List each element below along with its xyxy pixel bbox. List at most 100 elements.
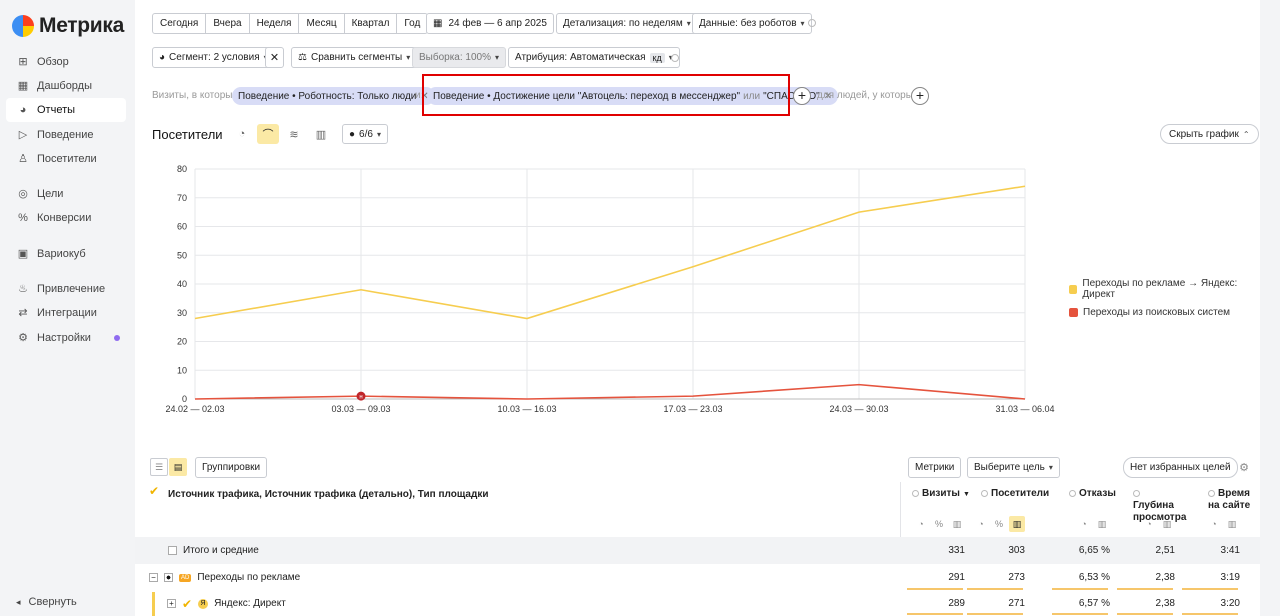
dimension-header: Источник трафика, Источник трафика (дета… bbox=[168, 489, 489, 500]
percent-icon[interactable]: % bbox=[991, 516, 1007, 532]
table-row[interactable]: − AD Переходы по рекламе 291 273 6,53 % 2,38 3:… bbox=[135, 564, 1260, 591]
metric-cell: 331 bbox=[948, 545, 965, 556]
legend-item[interactable]: Переходы из поисковых систем bbox=[1069, 307, 1260, 318]
radio-icon[interactable] bbox=[912, 490, 919, 497]
report-table: ☰ ▤ Группировки Метрики Выберите цель ▾ Н… bbox=[135, 452, 1260, 616]
page-scrollbar[interactable] bbox=[1260, 0, 1280, 616]
checkbox-partial-icon[interactable] bbox=[164, 573, 173, 582]
row-label: Яндекс: Директ bbox=[214, 598, 286, 609]
y-tick-label: 10 bbox=[177, 365, 187, 375]
sidebar-item-7[interactable]: ▣ Вариокуб bbox=[6, 242, 126, 266]
favorite-goals-button[interactable]: Нет избранных целей bbox=[1123, 457, 1238, 478]
play-icon: ▷ bbox=[18, 129, 28, 141]
legend-item[interactable]: Переходы по рекламе → Яндекс: Директ bbox=[1069, 278, 1260, 300]
y-tick-label: 30 bbox=[177, 308, 187, 318]
checkbox[interactable] bbox=[168, 546, 177, 555]
reports-icon: ◕ bbox=[19, 104, 27, 116]
bar-icon[interactable]: ▥ bbox=[1009, 516, 1025, 532]
percent-icon[interactable]: % bbox=[931, 516, 947, 532]
column-header-4[interactable]: Время на сайте bbox=[1208, 488, 1256, 513]
column-header-label: Визиты bbox=[922, 488, 960, 499]
report-main: Сегодня Вчера Неделя Месяц Квартал Год ▦ 24 ф… bbox=[135, 0, 1260, 452]
table-row[interactable]: Итого и средние 331 303 6,65 % 2,51 3:41 bbox=[135, 537, 1260, 564]
column-header-2[interactable]: Отказы bbox=[1069, 488, 1139, 501]
pie-icon[interactable]: ◔ bbox=[1206, 516, 1222, 532]
gear-icon: ⚙ bbox=[18, 332, 28, 344]
y-tick-label: 70 bbox=[177, 193, 187, 203]
sidebar-item-2[interactable]: ◕ Отчеты bbox=[6, 98, 126, 122]
percent-icon: % bbox=[18, 212, 28, 224]
metric-cell: 6,57 % bbox=[1078, 598, 1110, 609]
sidebar: Метрика ⊞ Обзор ▦ Дашборды ◕ Отчеты ▷ Поведение… bbox=[0, 0, 135, 616]
column-header-0[interactable]: Визиты ▼ bbox=[912, 488, 982, 501]
logo-text: Метрика bbox=[39, 14, 125, 37]
checkbox-checked-icon[interactable]: ✔ bbox=[182, 597, 192, 611]
radio-icon[interactable] bbox=[1208, 490, 1215, 497]
y-tick-label: 50 bbox=[177, 250, 187, 260]
x-tick-label: 24.03 — 30.03 bbox=[829, 404, 888, 414]
tree-view-icon[interactable]: ▤ bbox=[169, 458, 187, 476]
settings-gear-icon[interactable]: ⚙ bbox=[1236, 459, 1252, 475]
list-view-icon[interactable]: ☰ bbox=[150, 458, 168, 476]
metric-cell: 3:19 bbox=[1220, 572, 1240, 583]
sidebar-item-label: Интеграции bbox=[37, 307, 97, 319]
x-tick-label: 31.03 — 06.04 bbox=[995, 404, 1054, 414]
sidebar-item-1[interactable]: ▦ Дашборды bbox=[6, 74, 126, 98]
pie-icon[interactable]: ◔ bbox=[1141, 516, 1157, 532]
collapse-button[interactable]: ◂ Свернуть bbox=[16, 596, 77, 608]
row-label: Итого и средние bbox=[183, 545, 259, 556]
bar-icon[interactable]: ▥ bbox=[1159, 516, 1175, 532]
pie-icon[interactable]: ◔ bbox=[1076, 516, 1092, 532]
metric-cell: 289 bbox=[948, 598, 965, 609]
metrika-logo[interactable]: Метрика bbox=[12, 14, 124, 38]
sidebar-item-4[interactable]: ♙ Посетители bbox=[6, 147, 126, 171]
metric-share-bar bbox=[1182, 588, 1238, 590]
metric-share-bar bbox=[967, 613, 1023, 615]
sidebar-item-8[interactable]: ♨ Привлечение bbox=[6, 277, 126, 301]
radio-icon[interactable] bbox=[1133, 490, 1140, 497]
metric-share-bar bbox=[1052, 588, 1108, 590]
collapse-toggle-icon[interactable]: − bbox=[149, 573, 158, 582]
sidebar-item-3[interactable]: ▷ Поведение bbox=[6, 123, 126, 147]
sidebar-item-label: Посетители bbox=[37, 153, 97, 165]
grid-icon: ⊞ bbox=[18, 56, 28, 68]
collapse-label: Свернуть bbox=[28, 596, 77, 608]
radio-icon[interactable] bbox=[1069, 490, 1076, 497]
pie-icon[interactable]: ◔ bbox=[973, 516, 989, 532]
metrics-label: Метрики bbox=[915, 462, 955, 473]
metric-cell: 271 bbox=[1008, 598, 1025, 609]
column-header-label: Посетители bbox=[991, 488, 1050, 499]
cube-icon: ▣ bbox=[17, 248, 29, 260]
sidebar-item-9[interactable]: ⇄ Интеграции bbox=[6, 301, 126, 325]
sidebar-item-label: Обзор bbox=[37, 56, 69, 68]
metric-cell: 273 bbox=[1008, 572, 1025, 583]
sidebar-item-5[interactable]: ◎ Цели bbox=[6, 182, 126, 206]
sidebar-item-label: Отчеты bbox=[37, 104, 76, 116]
sidebar-item-label: Привлечение bbox=[37, 283, 106, 295]
sidebar-item-6[interactable]: % Конверсии bbox=[6, 206, 126, 230]
goal-dropdown[interactable]: Выберите цель ▾ bbox=[967, 457, 1060, 478]
groupings-label: Группировки bbox=[202, 462, 261, 473]
chart-legend: Переходы по рекламе → Яндекс: Директ Пере… bbox=[1069, 278, 1260, 325]
visitors-line-chart: 0 10 20 30 40 50 60 70 80 24.02 — 02.03 03.03 — 09… bbox=[165, 164, 1054, 414]
sidebar-item-10[interactable]: ⚙ Настройки bbox=[6, 326, 126, 350]
checkbox-checked-icon[interactable]: ✔ bbox=[149, 484, 159, 498]
expand-toggle-icon[interactable]: + bbox=[167, 599, 176, 608]
bar-icon[interactable]: ▥ bbox=[1224, 516, 1240, 532]
legend-swatch bbox=[1069, 308, 1078, 317]
row-label-cell: − AD Переходы по рекламе bbox=[149, 572, 300, 583]
pie-icon[interactable]: ◔ bbox=[913, 516, 929, 532]
metrics-button[interactable]: Метрики bbox=[908, 457, 962, 478]
metrika-logo-icon bbox=[12, 15, 34, 37]
table-row[interactable]: + ✔ Я Яндекс: Директ 289 271 6,57 % 2,38 3:20 bbox=[135, 591, 1260, 616]
bar-icon[interactable]: ▥ bbox=[949, 516, 965, 532]
groupings-button[interactable]: Группировки bbox=[195, 457, 268, 478]
y-tick-label: 40 bbox=[177, 279, 187, 289]
column-header-1[interactable]: Посетители bbox=[981, 488, 1051, 501]
metric-share-bar bbox=[1117, 613, 1173, 615]
sidebar-item-label: Поведение bbox=[37, 129, 94, 141]
series-line-0 bbox=[194, 185, 1026, 320]
sidebar-item-0[interactable]: ⊞ Обзор bbox=[6, 50, 126, 74]
radio-icon[interactable] bbox=[981, 490, 988, 497]
bar-icon[interactable]: ▥ bbox=[1094, 516, 1110, 532]
